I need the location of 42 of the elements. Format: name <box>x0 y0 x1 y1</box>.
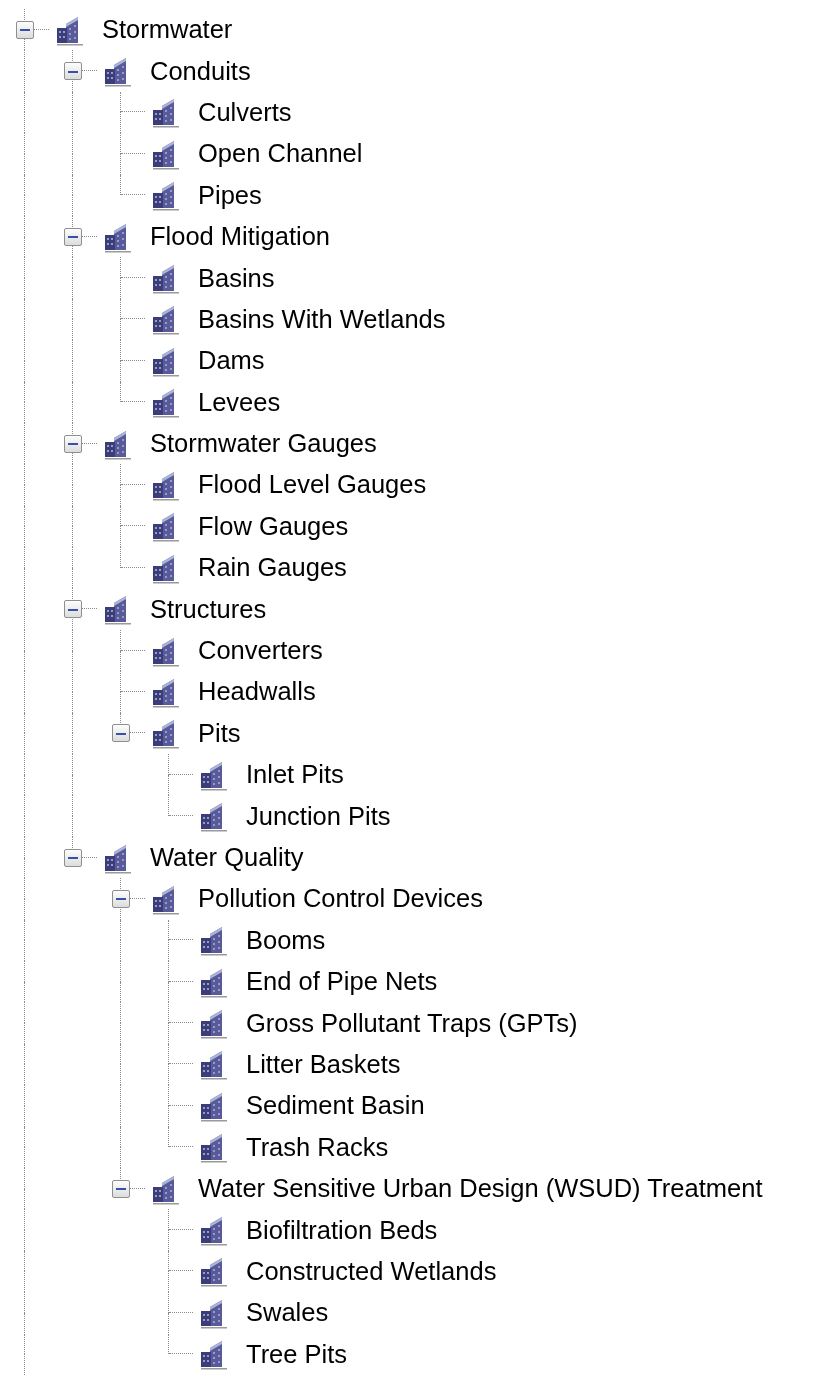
collapse-toggle[interactable] <box>112 1179 130 1198</box>
tree-item[interactable]: Junction Pits <box>246 801 391 831</box>
tree-item[interactable]: Stormwater Gauges <box>150 429 377 459</box>
collapse-toggle[interactable] <box>64 62 82 81</box>
tree-item[interactable]: Basins With Wetlands <box>198 304 446 334</box>
tree-item[interactable]: Swales <box>246 1298 329 1328</box>
tree-item[interactable]: Rain Gauges <box>198 553 347 583</box>
tree-item[interactable]: Stormwater <box>102 15 233 45</box>
tree-item[interactable]: Trash Racks <box>246 1132 389 1162</box>
tree-item[interactable]: Tree Pits <box>246 1339 348 1369</box>
tree-item[interactable]: Gross Pollutant Traps (GPTs) <box>246 1008 578 1038</box>
tree-item[interactable]: Levees <box>198 387 281 417</box>
tree-item[interactable]: Pipes <box>198 180 262 210</box>
tree-item[interactable]: Conduits <box>150 56 251 86</box>
collapse-toggle[interactable] <box>64 848 82 867</box>
tree-item[interactable]: Inlet Pits <box>246 760 344 790</box>
tree-item[interactable]: Biofiltration Beds <box>246 1215 438 1245</box>
tree-item[interactable]: Dams <box>198 346 265 376</box>
tree-item[interactable]: Culverts <box>198 97 292 127</box>
tree-item[interactable]: Booms <box>246 925 326 955</box>
collapse-toggle[interactable] <box>112 889 130 908</box>
tree-item[interactable]: Structures <box>150 594 267 624</box>
collapse-toggle[interactable] <box>16 20 34 39</box>
tree-item[interactable]: Open Channel <box>198 139 363 169</box>
tree-item[interactable]: Water Quality <box>150 843 304 872</box>
collapse-toggle[interactable] <box>64 600 82 619</box>
tree-item[interactable]: Litter Baskets <box>246 1049 401 1079</box>
tree-item[interactable]: Flow Gauges <box>198 511 349 541</box>
tree-item[interactable]: Headwalls <box>198 677 316 707</box>
tree-item[interactable]: Pollution Control Devices <box>198 884 483 914</box>
tree-item[interactable]: Basins <box>198 263 275 293</box>
tree-item[interactable]: End of Pipe Nets <box>246 967 438 997</box>
tree-item[interactable]: Sediment Basin <box>246 1091 425 1121</box>
tree-item[interactable]: Converters <box>198 636 323 666</box>
tree-item[interactable]: Constructed Wetlands <box>246 1256 497 1286</box>
collapse-toggle[interactable] <box>112 724 130 743</box>
tree-item[interactable]: Flood Level Gauges <box>198 470 427 500</box>
tree-item[interactable]: Pits <box>198 718 241 748</box>
collapse-toggle[interactable] <box>64 227 82 246</box>
tree-item[interactable]: Flood Mitigation <box>150 222 330 252</box>
collapse-toggle[interactable] <box>64 434 82 453</box>
tree-item[interactable]: Water Sensitive Urban Design (WSUD) Treatment <box>198 1174 763 1204</box>
